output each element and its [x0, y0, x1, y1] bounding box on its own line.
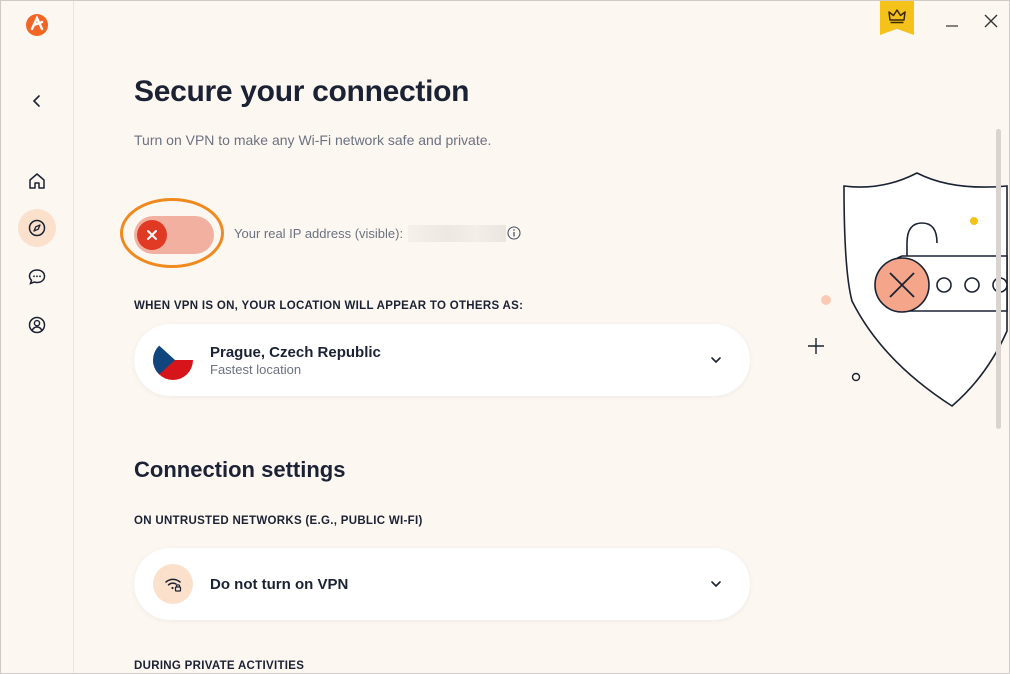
location-sub: Fastest location	[210, 362, 302, 377]
premium-badge[interactable]	[880, 1, 914, 35]
chat-icon	[28, 269, 46, 285]
sidebar	[1, 1, 74, 673]
crown-icon	[888, 9, 906, 24]
vpn-toggle[interactable]	[134, 216, 214, 254]
scrollbar[interactable]	[996, 129, 1001, 429]
sidebar-item-home[interactable]	[18, 162, 56, 200]
chevron-down-icon	[711, 357, 721, 364]
location-selector[interactable]: Prague, Czech Republic Fastest location	[134, 324, 750, 396]
wifi-lock-icon	[153, 564, 193, 604]
x-icon	[147, 230, 157, 240]
info-icon[interactable]	[507, 226, 521, 240]
app-window: Secure your connection Turn on VPN to ma…	[0, 0, 1010, 674]
close-button[interactable]	[979, 9, 1003, 33]
connection-settings-title: Connection settings	[134, 457, 346, 482]
back-button[interactable]	[18, 82, 56, 120]
untrusted-option-value: Do not turn on VPN	[210, 576, 349, 593]
untrusted-networks-heading: ON UNTRUSTED NETWORKS (E.G., PUBLIC WI-F…	[134, 515, 423, 527]
location-city: Prague, Czech Republic	[210, 344, 381, 361]
avast-logo[interactable]	[25, 13, 49, 37]
private-activities-heading: DURING PRIVATE ACTIVITIES	[134, 660, 305, 672]
untrusted-networks-selector[interactable]: Do not turn on VPN	[134, 548, 750, 620]
sidebar-item-explore[interactable]	[18, 209, 56, 247]
main-panel: Secure your connection Turn on VPN to ma…	[74, 1, 1009, 673]
minimize-icon	[946, 25, 958, 27]
page-subtitle: Turn on VPN to make any Wi-Fi network sa…	[134, 132, 492, 148]
czech-flag-icon	[153, 340, 193, 380]
home-icon	[29, 173, 45, 189]
chevron-left-icon	[32, 95, 40, 107]
minimize-button[interactable]	[940, 9, 964, 33]
ip-address-label: Your real IP address (visible):	[234, 226, 404, 241]
user-icon	[28, 316, 46, 334]
sidebar-item-support[interactable]	[18, 258, 56, 296]
location-heading: WHEN VPN IS ON, YOUR LOCATION WILL APPEA…	[134, 300, 524, 312]
shield-lock-illustration	[808, 172, 1008, 407]
sidebar-item-account[interactable]	[18, 306, 56, 344]
toggle-knob	[137, 220, 167, 250]
compass-icon	[28, 219, 46, 237]
chevron-down-icon	[711, 581, 721, 588]
ip-address-value-redacted	[408, 225, 506, 242]
close-icon	[984, 14, 998, 28]
page-title: Secure your connection	[134, 75, 470, 108]
